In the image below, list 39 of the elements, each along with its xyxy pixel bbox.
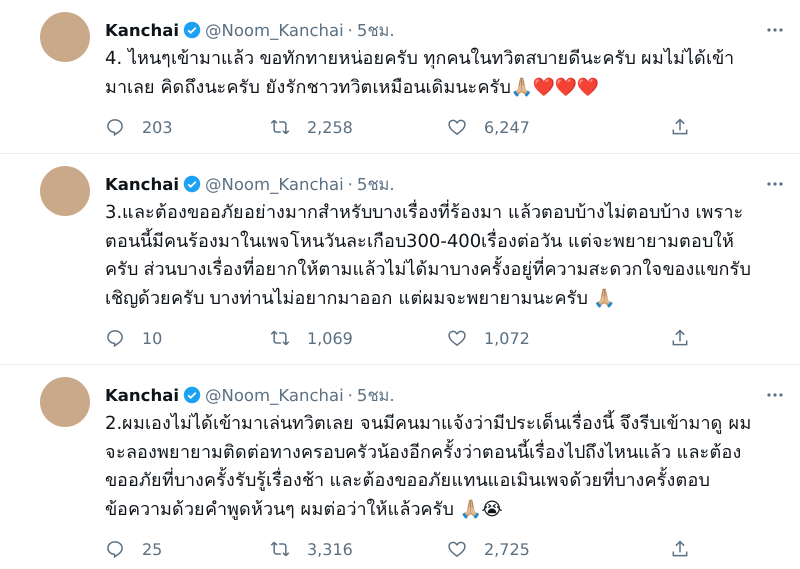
like-count: 6,247: [484, 118, 530, 136]
tweet-time[interactable]: 5ชม.: [356, 171, 395, 197]
retweet-count: 1,069: [307, 328, 353, 348]
share-icon[interactable]: [670, 117, 690, 137]
tweet-text: 3.และต้องขออภัยอย่างมากสำหรับบางเรื่องที่ร้องมา แล้วตอบบ้างไม่ตอบบ้าง เพราะ ตอนนี้มีคนร้องมาในเพจโหนวันละเกือบ300-400เรื่องต่อวัน แต่จะพยายามตอบให้ ครับ ส่วนบางเรื่องที่อยากให้ตามแล้วไม่ได้มาบางครั้งอยู่ที่ความสะดวกใจของแขกรับ เชิญด้วยครับ บางท่านไม่อยากมาออก แต่ผมจะพยายามนะครับ 🙏🏼: [105, 199, 784, 313]
reply-icon[interactable]: [105, 117, 125, 137]
avatar-photo-placeholder: [40, 12, 90, 62]
user-handle[interactable]: @Noom_Kanchai: [204, 20, 344, 40]
retweet-icon[interactable]: [270, 117, 290, 137]
user-handle[interactable]: @Noom_Kanchai: [204, 386, 344, 404]
retweet-icon[interactable]: [270, 328, 290, 348]
avatar-photo-placeholder: [40, 166, 90, 216]
reply-icon[interactable]: [105, 328, 125, 348]
retweet-count: 3,316: [307, 540, 353, 558]
reply-count: 25: [142, 540, 162, 558]
tweet-time[interactable]: 5ชม.: [356, 382, 395, 408]
user-name[interactable]: Kanchai: [105, 20, 179, 40]
tweet-text: 2.ผมเองไม่ได้เข้ามาเล่นทวิตเลย จนมีคนมาแจ้งว่ามีประเด็นเรื่องนี้ จึงรีบเข้ามาดู ผม จะลองพยายามติดต่อทางครอบครัวน้องอีกครั้งว่าตอนนี้เรื่องไปถึงไหนแล้ว และต้อง ขออภัยที่บางครั้งรับรู้เรื่องช้า และต้องขออภัยแทนแอเมินเพจด้วยที่บางครั้งตอบ ข้อความด้วยคำพูดห้วนๆ ผมต่อว่าให้แล้วครับ 🙏🏼😭: [105, 410, 784, 524]
separator-dot: ·: [348, 20, 353, 40]
reply-count: 203: [142, 118, 173, 136]
like-count: 1,072: [484, 328, 530, 348]
heart-icon[interactable]: [447, 328, 467, 348]
share-icon[interactable]: [670, 328, 690, 348]
heart-icon[interactable]: [447, 117, 467, 137]
separator-dot: ·: [348, 386, 353, 404]
user-handle[interactable]: @Noom_Kanchai: [204, 174, 344, 194]
reply-count: 10: [142, 328, 162, 348]
retweet-count: 2,258: [307, 118, 353, 136]
avatar-photo-placeholder: [40, 377, 90, 427]
like-count: 2,725: [484, 540, 530, 558]
separator-dot: ·: [348, 174, 353, 194]
tweet-text: 4. ไหนๆเข้ามาแล้ว ขอทักทายหน่อยครับ ทุกคนในทวิตสบายดีนะครับ ผมไม่ได้เข้า มาเลย คิดถึงนะครับ ยังรักชาวทวิตเหมือนเดิมนะครับ🙏🏼❤❤❤: [105, 46, 736, 100]
retweet-icon[interactable]: [270, 539, 290, 559]
share-icon[interactable]: [670, 539, 690, 559]
reply-icon[interactable]: [105, 539, 125, 559]
user-name[interactable]: Kanchai: [105, 386, 179, 404]
tweet-time[interactable]: 5ชม.: [356, 17, 395, 43]
user-name[interactable]: Kanchai: [105, 174, 179, 194]
heart-icon[interactable]: [447, 539, 467, 559]
